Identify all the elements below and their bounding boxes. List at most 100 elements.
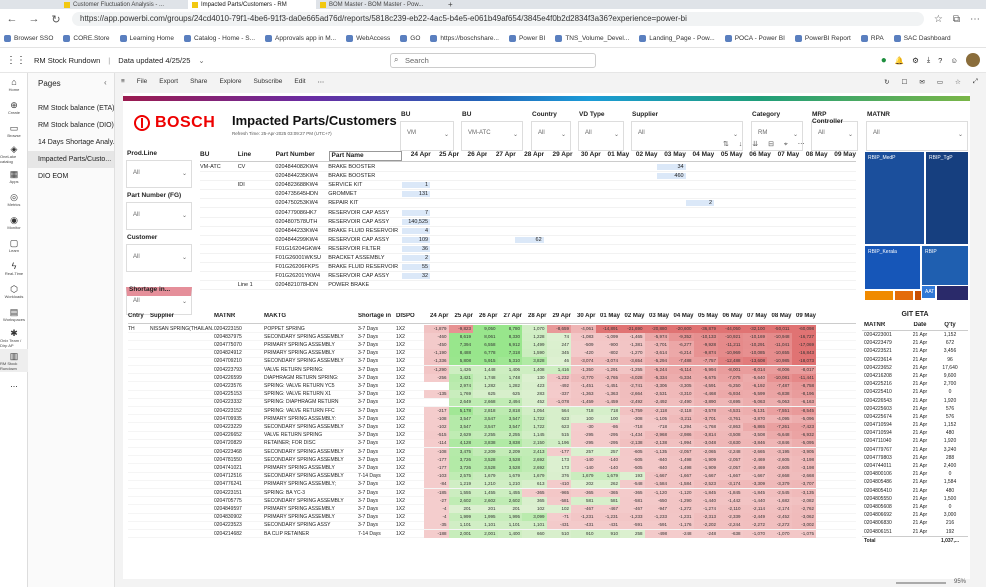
treemap-tile[interactable] (864, 290, 894, 301)
column-header[interactable]: 04 May (686, 151, 715, 161)
column-header[interactable]: 03 May (645, 313, 669, 323)
refresh-icon[interactable]: ↻ (884, 78, 889, 86)
column-header[interactable]: 01 May (596, 313, 620, 323)
hamburger-icon[interactable]: ≡ (121, 78, 125, 85)
fullscreen-icon[interactable]: ⤢ (973, 78, 978, 86)
browser-tab-1[interactable]: Customer Fluctuation Analysis - ... (60, 0, 188, 9)
data-updated[interactable]: Data updated 4/25/25 (118, 56, 190, 65)
treemap-tile[interactable]: AAT (921, 285, 936, 299)
slicer-bu2[interactable]: BU VM-ATC ⌄ (461, 111, 523, 151)
bookmark[interactable]: https://boschshare... (430, 34, 499, 42)
page-item[interactable]: RM Stock balance (DIO) (28, 117, 114, 134)
column-header[interactable]: 25 Apr (431, 151, 459, 161)
column-header[interactable]: 24 Apr (402, 151, 431, 161)
column-header[interactable]: 28 Apr (522, 313, 546, 323)
menu-icon[interactable]: ⋯ (970, 14, 980, 25)
column-header[interactable]: MATNR (214, 313, 264, 323)
rail-apps[interactable]: ▦ Apps (0, 165, 28, 188)
feedback-icon[interactable]: ☺ (950, 56, 958, 65)
bookmark[interactable]: Approvals app in M... (265, 34, 336, 42)
slicer-vd-type[interactable]: VD Type All ⌄ (578, 111, 624, 151)
page-item[interactable]: RM Stock balance (ETA) (28, 100, 114, 117)
bookmark[interactable]: Landing_Page - Pow... (639, 34, 715, 42)
browser-tab-2[interactable]: Impacted Parts/Customers - RM (188, 0, 316, 9)
bookmark[interactable]: WebAccess (346, 34, 390, 42)
column-header[interactable]: 08 May (799, 151, 828, 161)
slicer-customer[interactable]: Customer All ⌄ (126, 234, 192, 272)
bookmark[interactable]: Catalog - Home - S... (183, 34, 255, 42)
browser-tab-3[interactable]: BOM Master - BOM Master - Pow... (316, 0, 444, 9)
export-menu[interactable]: Export (159, 78, 178, 85)
column-header[interactable]: Line (238, 151, 276, 161)
bookmark[interactable]: POCA - Power BI (724, 34, 785, 42)
column-header[interactable]: 06 May (743, 151, 771, 161)
rail-realtime[interactable]: ϟ Real-Time (0, 257, 28, 280)
treemap-tile[interactable]: RBIP (921, 245, 969, 290)
zoom-level[interactable]: 95% (954, 579, 966, 585)
column-header[interactable]: MATNR (864, 322, 904, 328)
zoom-slider[interactable] (896, 582, 946, 584)
column-header[interactable]: Date (904, 322, 936, 328)
settings-icon[interactable]: ⚙ (912, 56, 919, 65)
slicer-bu[interactable]: BU VM ⌄ (400, 111, 454, 151)
bookmark[interactable]: SAC Dashboard (893, 34, 951, 42)
column-header[interactable]: 25 Apr (449, 313, 473, 323)
view-icon[interactable]: ▭ (937, 78, 943, 86)
help-icon[interactable]: ? (938, 56, 942, 65)
column-header[interactable]: 27 Apr (498, 313, 522, 323)
column-header[interactable]: 27 Apr (487, 151, 516, 161)
share-button[interactable]: Share (190, 78, 207, 85)
column-header[interactable]: 02 May (620, 313, 644, 323)
slicer-country[interactable]: Country All ⌄ (531, 111, 571, 151)
download-icon[interactable]: ⤓ (927, 55, 930, 65)
bookmark-icon[interactable]: ☐ (902, 78, 908, 86)
slicer-matnr[interactable]: MATNR All ⌄ (866, 111, 968, 151)
page-item[interactable]: 14 Days Shortage Analy... (28, 134, 114, 151)
forward-icon[interactable]: → (28, 13, 40, 25)
column-header[interactable]: Part Number (276, 151, 329, 161)
avatar[interactable] (966, 53, 980, 67)
column-header[interactable]: 28 Apr (516, 151, 544, 161)
column-header[interactable]: 02 May (629, 151, 658, 161)
column-header[interactable]: 06 May (718, 313, 742, 323)
column-header[interactable]: 29 Apr (547, 313, 571, 323)
column-header[interactable]: 04 May (669, 313, 693, 323)
more-icon[interactable]: ⋯ (318, 78, 325, 86)
rail-rm-stock[interactable]: ▥ RM Stock Rundown (0, 349, 28, 372)
rail-more[interactable]: ... (0, 372, 28, 395)
notifications-icon[interactable]: 🔔 (895, 56, 904, 65)
status-icon[interactable]: ● (881, 55, 887, 66)
subscribe-button[interactable]: Subscribe (253, 78, 282, 85)
column-header[interactable]: Cntry (128, 313, 150, 323)
column-header[interactable]: Part Name (328, 151, 403, 161)
rail-create[interactable]: ⊕ Create (0, 96, 28, 119)
search-input[interactable]: Search (390, 53, 596, 68)
report-name[interactable]: RM Stock Rundown (34, 56, 100, 65)
column-header[interactable]: 26 Apr (459, 151, 487, 161)
column-header[interactable]: 26 Apr (473, 313, 497, 323)
explore-button[interactable]: Explore (219, 78, 241, 85)
favorite-icon[interactable]: ☆ (955, 78, 961, 86)
bookmark[interactable]: Power BI (508, 34, 545, 42)
rail-workspaces[interactable]: ▤ Workspaces (0, 303, 28, 326)
column-header[interactable]: 09 May (792, 313, 816, 323)
url-bar[interactable]: https://app.powerbi.com/groups/24cd4010-… (72, 12, 924, 26)
rail-home[interactable]: ⌂ Home (0, 73, 28, 96)
column-header[interactable]: Q'ty (936, 322, 964, 328)
column-header[interactable]: MAKTG (264, 313, 358, 323)
page-item[interactable]: DIO EOM (28, 168, 114, 185)
reload-icon[interactable]: ↻ (50, 13, 62, 26)
column-header[interactable]: 09 May (828, 151, 856, 161)
column-header[interactable]: 03 May (658, 151, 686, 161)
rail-metrics[interactable]: ◎ Metrics (0, 188, 28, 211)
column-header[interactable]: 30 Apr (571, 313, 595, 323)
column-header[interactable]: 08 May (767, 313, 791, 323)
column-header[interactable]: 05 May (714, 151, 743, 161)
rail-learn[interactable]: ▢ Learn (0, 234, 28, 257)
matrix-nav-icons[interactable]: ⇅ ↓ ⇊ ⊟ ⌖ ⋯ (723, 140, 809, 149)
slicer-mrp-controller[interactable]: MRP Controller All ⌄ (811, 111, 858, 151)
slicer-prod-line[interactable]: Prod.Line All ⌄ (126, 150, 192, 188)
bookmark[interactable]: PowerBI Report (794, 34, 851, 42)
column-header[interactable]: 05 May (694, 313, 718, 323)
bookmark[interactable]: RPA (860, 34, 884, 42)
